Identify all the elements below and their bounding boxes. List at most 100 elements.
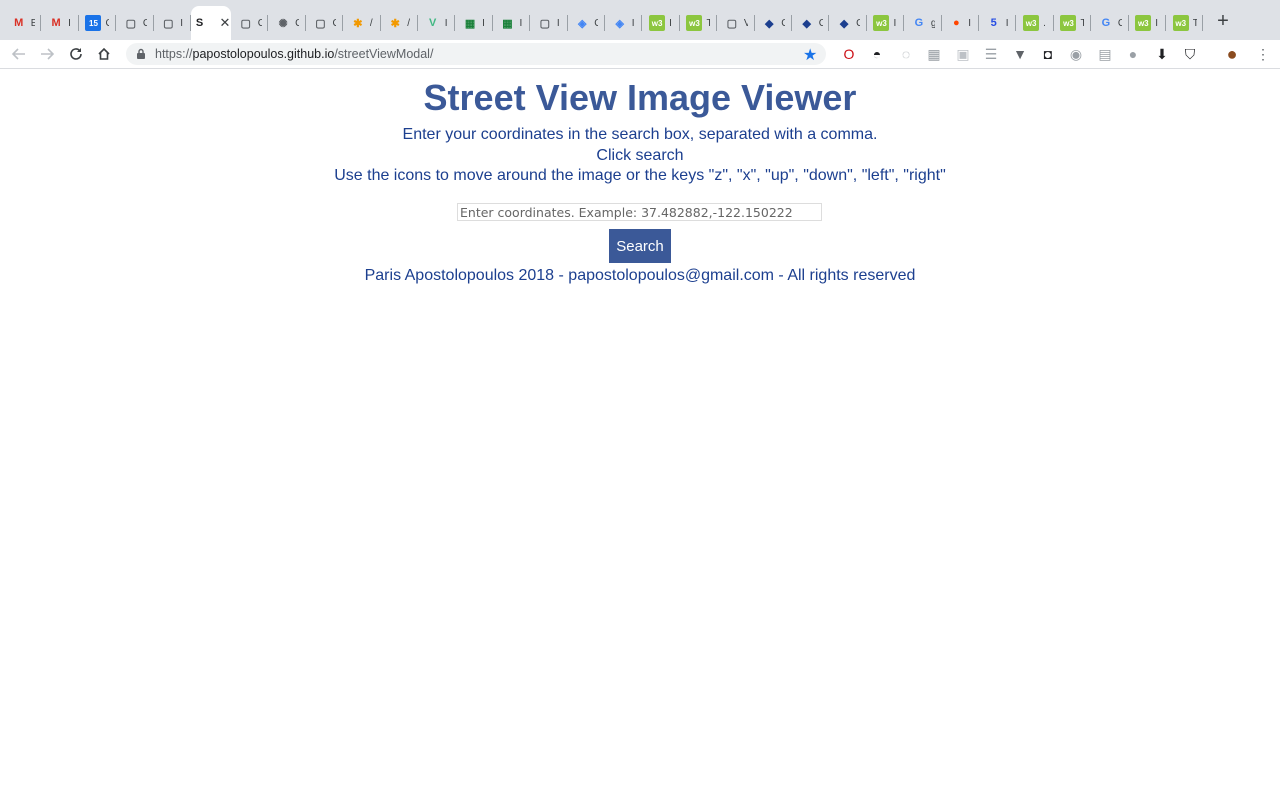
url-text: https://papostolopoulos.github.io/street… bbox=[155, 47, 434, 61]
incognito-icon[interactable]: ◓ bbox=[869, 46, 885, 62]
browser-tab[interactable]: ✺ C bbox=[268, 6, 306, 40]
tab-active[interactable]: S ✕ bbox=[191, 6, 231, 40]
home-icon bbox=[98, 47, 110, 60]
lock-icon bbox=[137, 48, 145, 59]
close-tab-icon[interactable]: ✕ bbox=[220, 15, 231, 31]
footer-text: Paris Apostolopoulos 2018 - papostolopou… bbox=[364, 267, 916, 284]
browser-tab[interactable]: ▦ I bbox=[493, 6, 531, 40]
browser-tab[interactable]: ◈ I bbox=[605, 6, 643, 40]
w3-icon: w3 bbox=[686, 15, 703, 31]
document-icon: ▢ bbox=[726, 17, 738, 30]
tab-title: I bbox=[1005, 17, 1009, 29]
shield-icon: ◈ bbox=[615, 17, 624, 30]
vue-icon: V bbox=[429, 17, 437, 29]
site-icon: S bbox=[195, 17, 204, 29]
browser-tab[interactable]: w3 T bbox=[1054, 6, 1092, 40]
browser-tab[interactable]: w3 T bbox=[1166, 6, 1204, 40]
openai-icon: ✺ bbox=[278, 17, 288, 30]
tab-title: I bbox=[482, 17, 485, 29]
browser-tab[interactable]: ▢ C bbox=[116, 6, 154, 40]
browser-tab[interactable]: ◆ C bbox=[755, 6, 792, 40]
browser-tab[interactable]: GC bbox=[1091, 6, 1129, 40]
browser-tab[interactable]: 5I bbox=[979, 6, 1017, 40]
avatar[interactable]: ● bbox=[1224, 44, 1240, 64]
shield-icon[interactable]: ⛉ bbox=[1182, 46, 1198, 62]
download-icon[interactable]: ⬇ bbox=[1154, 46, 1170, 62]
coordinates-input[interactable] bbox=[457, 203, 822, 221]
browser-tab[interactable]: ▢ C bbox=[231, 6, 269, 40]
tab-title: I bbox=[1155, 17, 1159, 29]
document-icon: ▢ bbox=[315, 17, 326, 30]
browser-tab[interactable]: ▢ I bbox=[154, 6, 191, 40]
page-content: Street View Image Viewer Enter your coor… bbox=[0, 69, 1280, 800]
instruction-line-3: Use the icons to move around the image o… bbox=[334, 167, 946, 184]
puzzle-icon[interactable]: ◌ bbox=[898, 46, 914, 62]
browser-tab[interactable]: ME bbox=[4, 6, 42, 40]
browser-tab[interactable]: w3. bbox=[1016, 6, 1054, 40]
new-tab-button[interactable]: + bbox=[1212, 10, 1234, 32]
search-button[interactable]: Search bbox=[609, 229, 671, 263]
grid-icon[interactable]: ▦ bbox=[926, 46, 942, 62]
document-icon: ▢ bbox=[539, 17, 551, 30]
browser-tab[interactable]: w3 I bbox=[867, 6, 905, 40]
tab-title: I bbox=[631, 17, 635, 29]
browser-tab[interactable]: MI bbox=[41, 6, 79, 40]
google-icon: G bbox=[1101, 17, 1111, 29]
menu-kebab-icon[interactable]: ⋮ bbox=[1255, 46, 1271, 62]
home-button[interactable] bbox=[94, 44, 114, 64]
browser-tab[interactable]: ▦ I bbox=[455, 6, 493, 40]
browser-tab[interactable]: ● I bbox=[942, 6, 979, 40]
tab-title: C bbox=[257, 17, 262, 29]
box-icon[interactable]: ▣ bbox=[955, 46, 971, 62]
circle-icon[interactable]: ● bbox=[1125, 46, 1141, 62]
gmail-icon: M bbox=[14, 17, 24, 29]
document-icon: ▢ bbox=[163, 17, 174, 30]
forward-button[interactable] bbox=[37, 44, 57, 64]
asterisk-icon: ✱ bbox=[390, 17, 400, 30]
bookmark-star-icon[interactable]: ★ bbox=[803, 45, 817, 65]
reload-button[interactable] bbox=[66, 44, 86, 64]
tab-title: g bbox=[930, 17, 935, 29]
vimeo-icon[interactable]: ▼ bbox=[1012, 46, 1028, 62]
browser-tab[interactable]: ◆ C bbox=[792, 6, 830, 40]
address-bar[interactable]: https://papostolopoulos.github.io/street… bbox=[126, 43, 826, 65]
tab-title: C bbox=[1117, 17, 1122, 29]
browser-tab[interactable]: w3 T bbox=[680, 6, 718, 40]
tab-title: . bbox=[1043, 17, 1046, 29]
reddit-icon: ● bbox=[952, 17, 960, 29]
pocket-icon[interactable]: ◘ bbox=[1040, 46, 1056, 62]
print-icon[interactable]: ▤ bbox=[1097, 46, 1113, 62]
browser-tab[interactable]: VI bbox=[418, 6, 456, 40]
browser-tab[interactable]: Gg bbox=[904, 6, 942, 40]
browser-tab[interactable]: ▢ C bbox=[306, 6, 344, 40]
document-icon: ▢ bbox=[125, 17, 137, 30]
browser-tab[interactable]: ▢ V bbox=[717, 6, 755, 40]
document-icon: ▢ bbox=[240, 17, 251, 30]
w3-icon: w3 bbox=[1135, 15, 1152, 31]
browser-tab[interactable]: ✱ / bbox=[343, 6, 381, 40]
w3-icon: w3 bbox=[649, 15, 666, 31]
tab-title: C bbox=[105, 17, 110, 29]
browser-tab[interactable]: ▢ I bbox=[530, 6, 568, 40]
tab-strip: M E M I 15 C ▢ C ▢ I S ✕ ▢ C ✺ C ▢ C ✱ / ✱ / V I ▦ I ▦ I ▢ I ◈ C ◈ Iw3 Iw3… bbox=[0, 0, 1280, 40]
browser-tab[interactable]: w3 I bbox=[642, 6, 680, 40]
tab-title: I bbox=[556, 17, 560, 29]
browser-tab[interactable]: w3 I bbox=[1129, 6, 1166, 40]
browser-toolbar: https://papostolopoulos.github.io/street… bbox=[0, 40, 1280, 69]
google-icon: G bbox=[914, 17, 924, 29]
list-icon[interactable]: ☰ bbox=[983, 46, 999, 62]
reload-icon bbox=[70, 48, 82, 60]
browser-tab[interactable]: 15 C bbox=[79, 6, 117, 40]
browser-tab[interactable]: ◈ C bbox=[568, 6, 605, 40]
browser-tab[interactable]: ✱ / bbox=[381, 6, 418, 40]
tab-title: I bbox=[180, 17, 184, 29]
w3-icon: w3 bbox=[1023, 15, 1040, 31]
asterisk-icon: ✱ bbox=[353, 17, 363, 30]
cat-icon[interactable]: ◉ bbox=[1068, 46, 1084, 62]
tab-title: V bbox=[743, 17, 748, 29]
browser-tab[interactable]: ◆ C bbox=[829, 6, 867, 40]
tab-title: E bbox=[30, 17, 35, 29]
back-button[interactable] bbox=[9, 44, 29, 64]
tab-title: T bbox=[1192, 17, 1197, 29]
opera-icon[interactable]: O bbox=[841, 46, 857, 62]
